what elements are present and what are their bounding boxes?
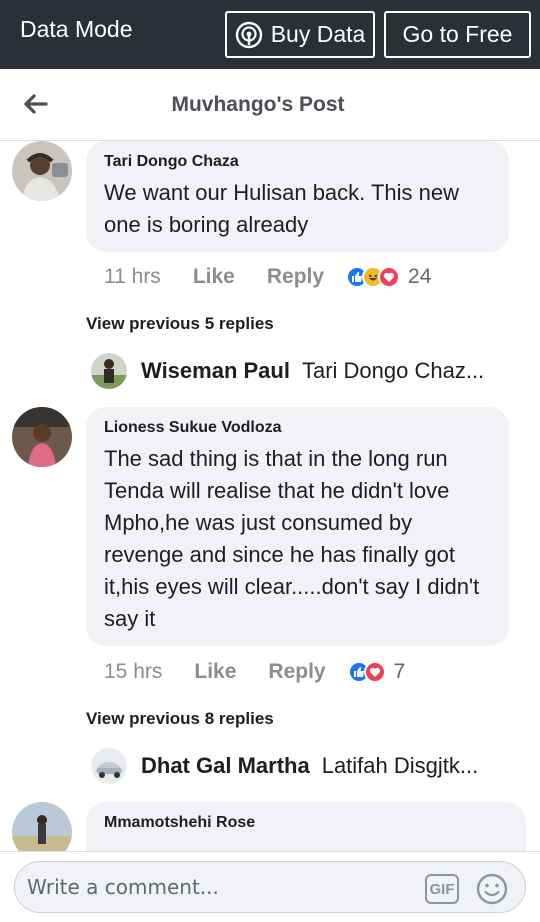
reply-author[interactable]: Wiseman Paul (141, 358, 290, 384)
comment-text: We want our Hulisan back. This new one i… (104, 180, 460, 237)
like-button[interactable]: Like (193, 265, 235, 289)
comment-actions: 15 hrs Like Reply 7 (104, 660, 405, 684)
comment-composer[interactable]: GIF (14, 861, 526, 913)
post-header: Muvhango's Post (0, 69, 540, 141)
data-mode-bar: Data Mode Buy Data Go to Free (0, 0, 540, 69)
latest-reply[interactable]: Dhat Gal Martha Latifah Disgjtk... (91, 748, 478, 784)
latest-reply[interactable]: Wiseman Paul Tari Dongo Chaz... (91, 353, 484, 389)
comment-author[interactable]: Lioness Sukue Vodloza (104, 419, 491, 437)
buy-data-button[interactable]: Buy Data (225, 11, 375, 58)
love-reaction-icon (378, 266, 401, 288)
comment-actions: 11 hrs Like Reply 24 (104, 265, 431, 289)
avatar[interactable] (12, 407, 72, 467)
avatar (91, 748, 127, 784)
comment-time: 11 hrs (104, 265, 161, 288)
avatar[interactable] (12, 141, 72, 201)
comment-author[interactable]: Tari Dongo Chaza (104, 153, 491, 171)
like-button[interactable]: Like (194, 660, 236, 684)
reply-button[interactable]: Reply (267, 265, 324, 289)
reactions-summary[interactable]: 7 (347, 660, 406, 684)
data-mode-title: Data Mode (20, 16, 133, 42)
comment-author[interactable]: Mmamotshehi Rose (104, 814, 508, 832)
avatar (91, 353, 127, 389)
view-previous-replies[interactable]: View previous 8 replies (86, 709, 274, 729)
gif-button[interactable]: GIF (425, 874, 459, 904)
buy-data-label: Buy Data (270, 21, 366, 47)
go-to-free-label: Go to Free (402, 21, 513, 47)
comment-input[interactable] (27, 872, 407, 902)
reaction-count: 24 (408, 265, 432, 288)
reactions-summary[interactable]: 24 (346, 265, 431, 289)
comment-bubble: Lioness Sukue Vodloza The sad thing is t… (86, 407, 509, 646)
comment-text: The sad thing is that in the long run Te… (104, 446, 480, 631)
comment-composer-bar: GIF (0, 851, 540, 922)
reply-author[interactable]: Dhat Gal Martha (141, 753, 310, 779)
comment-bubble: Tari Dongo Chaza We want our Hulisan bac… (86, 141, 509, 252)
go-to-free-button[interactable]: Go to Free (384, 11, 531, 58)
page-title: Muvhango's Post (171, 93, 345, 116)
reply-text: Latifah Disgjtk... (321, 753, 479, 778)
reply-text: Tari Dongo Chaz... (301, 358, 485, 383)
comment-time: 15 hrs (104, 660, 163, 683)
reply-button[interactable]: Reply (268, 660, 325, 684)
view-previous-replies[interactable]: View previous 5 replies (86, 314, 274, 334)
reaction-count: 7 (393, 660, 406, 683)
love-reaction-icon (363, 661, 386, 683)
broadcast-icon (235, 21, 262, 48)
emoji-icon[interactable] (475, 872, 509, 906)
